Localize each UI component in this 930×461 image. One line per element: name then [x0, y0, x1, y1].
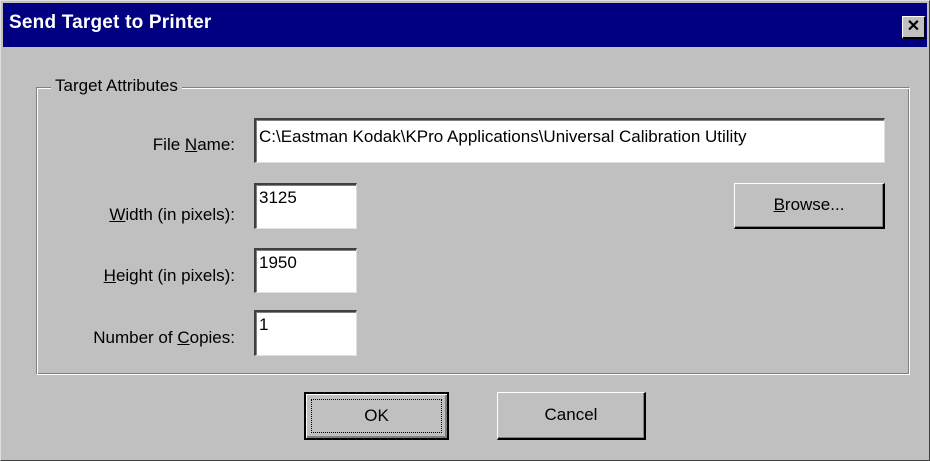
- width-label: Width (in pixels):: [109, 205, 235, 224]
- ok-button[interactable]: OK: [304, 392, 449, 440]
- title-bar[interactable]: Send Target to Printer ✕: [3, 3, 927, 47]
- copies-label: Number of Copies:: [93, 328, 235, 347]
- copies-field[interactable]: 1: [254, 310, 357, 356]
- close-button[interactable]: ✕: [902, 16, 926, 39]
- focus-ring: [311, 399, 442, 433]
- send-target-dialog: Send Target to Printer ✕ Target Attribut…: [0, 0, 930, 461]
- cancel-label: Cancel: [544, 405, 598, 424]
- file-name-label: File Name:: [152, 135, 235, 154]
- window-title: Send Target to Printer: [9, 12, 212, 33]
- height-label: Height (in pixels):: [103, 266, 235, 285]
- close-icon: ✕: [906, 18, 921, 35]
- height-field[interactable]: 1950: [254, 248, 357, 293]
- cancel-button[interactable]: Cancel: [497, 392, 646, 440]
- group-legend: Target Attributes: [51, 75, 182, 97]
- file-name-field[interactable]: C:\Eastman Kodak\KPro Applications\Unive…: [254, 118, 885, 163]
- width-field[interactable]: 3125: [254, 183, 357, 229]
- browse-button[interactable]: Browse...: [734, 183, 885, 229]
